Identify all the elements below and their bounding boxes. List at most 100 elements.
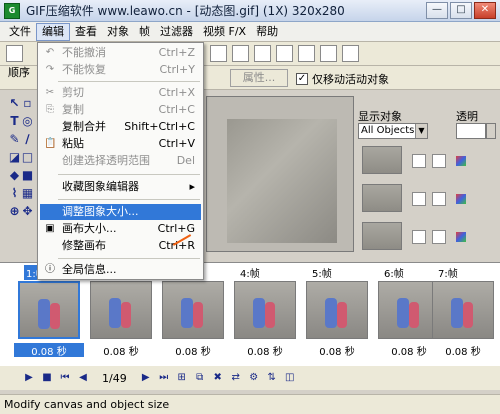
transparency-label: 透明	[456, 110, 478, 123]
frame-delay[interactable]: 0.08 秒	[14, 343, 84, 358]
new-file-icon[interactable]	[6, 45, 23, 62]
add-frame-icon[interactable]: ⊞	[173, 369, 191, 387]
menu-item-global-info[interactable]: ⓘ 全局信息...	[40, 262, 201, 278]
menu-view[interactable]: 查看	[70, 23, 102, 41]
zoom-tool-icon[interactable]: ⊕	[8, 204, 21, 219]
menu-help[interactable]: 帮助	[251, 23, 283, 41]
undo-icon: ↶	[45, 47, 55, 58]
move-active-option[interactable]: ✓ 仅移动活动对象	[296, 71, 389, 87]
move-active-checkbox[interactable]: ✓	[296, 73, 308, 85]
frame-delay[interactable]: 0.08 秒	[428, 343, 498, 358]
toolbar-icon-d[interactable]	[276, 45, 293, 62]
brush-tool-icon[interactable]: ✎	[8, 132, 21, 147]
menu-separator	[58, 199, 200, 200]
menu-item-redo[interactable]: ↷ 不能恢复 Ctrl+Y	[40, 62, 201, 78]
menu-item-cut[interactable]: ✂ 剪切 Ctrl+X	[40, 85, 201, 101]
menu-item-paste[interactable]: 📋 粘贴 Ctrl+V	[40, 136, 201, 152]
menu-frame[interactable]: 帧	[134, 23, 155, 41]
play-icon[interactable]: ▶	[20, 369, 38, 387]
menu-item-favorite-editors[interactable]: 收藏图象编辑器 ▸	[40, 179, 201, 195]
object-visible-box-3[interactable]	[412, 230, 426, 244]
picker-tool-icon[interactable]: ⌇	[8, 186, 21, 201]
frame-thumbnail	[432, 281, 494, 339]
menu-edit[interactable]: 编辑	[36, 22, 70, 41]
duplicate-frame-icon[interactable]: ⧉	[191, 369, 209, 387]
swatch-tool-icon[interactable]: ▦	[21, 186, 34, 201]
image-canvas[interactable]	[206, 96, 354, 252]
shape-tool-icon[interactable]: □	[21, 150, 34, 165]
stop-icon[interactable]: ■	[38, 369, 56, 387]
objects-select[interactable]: All Objects ▼	[358, 123, 428, 139]
playback-bar: ▶ ■ ⏮ ◀ 1/49 ▶ ⏭ ⊞ ⧉ ✖ ⇄ ⚙ ⇅ ◫	[0, 366, 500, 390]
toolbar-icon-a[interactable]	[210, 45, 227, 62]
canvas-icon: ▣	[45, 223, 55, 234]
tool-palette: ↖ ▫ T ◎ ✎ ∕ ◪ □ ◆ ■ ⌇ ▦ ⊕ ✥	[8, 96, 38, 222]
toolbar-icon-f[interactable]	[320, 45, 337, 62]
object-thumb-3[interactable]	[362, 222, 402, 250]
object-visible-box-1[interactable]	[412, 154, 426, 168]
menu-item-undo[interactable]: ↶ 不能撤消 Ctrl+Z	[40, 45, 201, 61]
menu-separator	[58, 174, 200, 175]
canvas-image	[227, 119, 337, 243]
frame-delay[interactable]: 0.08 秒	[158, 343, 228, 358]
menu-filter[interactable]: 过滤器	[155, 23, 198, 41]
stamp-tool-icon[interactable]: ◎	[21, 114, 34, 129]
menu-object[interactable]: 对象	[102, 23, 134, 41]
menu-bar: 文件 编辑 查看 对象 帧 过滤器 视频 F/X 帮助	[0, 22, 500, 42]
menu-video-fx[interactable]: 视频 F/X	[198, 23, 251, 41]
properties-button[interactable]: 属性...	[230, 69, 288, 87]
fill-tool-icon[interactable]: ◆	[8, 168, 21, 183]
app-logo-icon: G	[4, 2, 20, 19]
text-tool-icon[interactable]: T	[8, 114, 21, 129]
menu-item-copy-merged[interactable]: 复制合并 Shift+Ctrl+C	[40, 119, 201, 135]
transparency-input[interactable]	[456, 123, 486, 139]
chevron-down-icon[interactable]: ▼	[415, 124, 427, 138]
frame-thumbnail	[162, 281, 224, 339]
window-title: GIF压缩软件 www.leawo.cn - [动态图.gif] (1X) 32…	[26, 4, 345, 18]
frame-properties-icon[interactable]: ⚙	[245, 369, 263, 387]
menu-item-resize-image[interactable]: 调整图象大小...	[40, 204, 201, 220]
frame-delay[interactable]: 0.08 秒	[230, 343, 300, 358]
menu-item-create-transparent-selection[interactable]: 创建选择透明范围 Del	[40, 153, 201, 169]
frame-delay[interactable]: 0.08 秒	[302, 343, 372, 358]
menu-file[interactable]: 文件	[4, 23, 36, 41]
color-tool-icon[interactable]: ■	[21, 168, 34, 183]
prev-frame-icon[interactable]: ◀	[74, 369, 92, 387]
frame-delay[interactable]: 0.08 秒	[86, 343, 156, 358]
last-frame-icon[interactable]: ⏭	[155, 369, 173, 387]
minimize-button[interactable]: —	[426, 2, 448, 19]
frame-thumbnail	[234, 281, 296, 339]
object-thumb-2[interactable]	[362, 184, 402, 212]
preview-icon[interactable]: ◫	[281, 369, 299, 387]
frame-item[interactable]: 5:帧 0.08 秒	[302, 263, 372, 363]
line-tool-icon[interactable]: ∕	[21, 132, 34, 147]
reverse-frames-icon[interactable]: ⇄	[227, 369, 245, 387]
toolbar-icon-g[interactable]	[342, 45, 359, 62]
select-tool-icon[interactable]: ↖	[8, 96, 21, 111]
close-button[interactable]: ✕	[474, 2, 496, 19]
redo-icon: ↷	[45, 64, 55, 75]
maximize-button[interactable]: □	[450, 2, 472, 19]
object-visible-box-2[interactable]	[412, 192, 426, 206]
sequence-label: 顺序	[8, 66, 30, 79]
next-frame-icon[interactable]: ▶	[137, 369, 155, 387]
crop-tool-icon[interactable]: ▫	[21, 96, 34, 111]
object-lock-box-2[interactable]	[432, 192, 446, 206]
toolbar-icon-c[interactable]	[254, 45, 271, 62]
object-thumb-1[interactable]	[362, 146, 402, 174]
object-lock-box-3[interactable]	[432, 230, 446, 244]
optimize-icon[interactable]: ⇅	[263, 369, 281, 387]
eraser-tool-icon[interactable]: ◪	[8, 150, 21, 165]
object-lock-box-1[interactable]	[432, 154, 446, 168]
frame-item[interactable]: 7:帧 0.08 秒	[428, 263, 498, 363]
transparency-spinner[interactable]	[486, 123, 496, 139]
toolbar-icon-b[interactable]	[232, 45, 249, 62]
delete-frame-icon[interactable]: ✖	[209, 369, 227, 387]
first-frame-icon[interactable]: ⏮	[56, 369, 74, 387]
menu-item-copy[interactable]: ⎘ 复制 Ctrl+C	[40, 102, 201, 118]
menu-item-canvas-size[interactable]: ▣ 画布大小... Ctrl+G	[40, 221, 201, 237]
frame-item[interactable]: 4:帧 0.08 秒	[230, 263, 300, 363]
hand-tool-icon[interactable]: ✥	[21, 204, 34, 219]
toolbar-icon-e[interactable]	[298, 45, 315, 62]
scissors-icon: ✂	[45, 87, 55, 98]
